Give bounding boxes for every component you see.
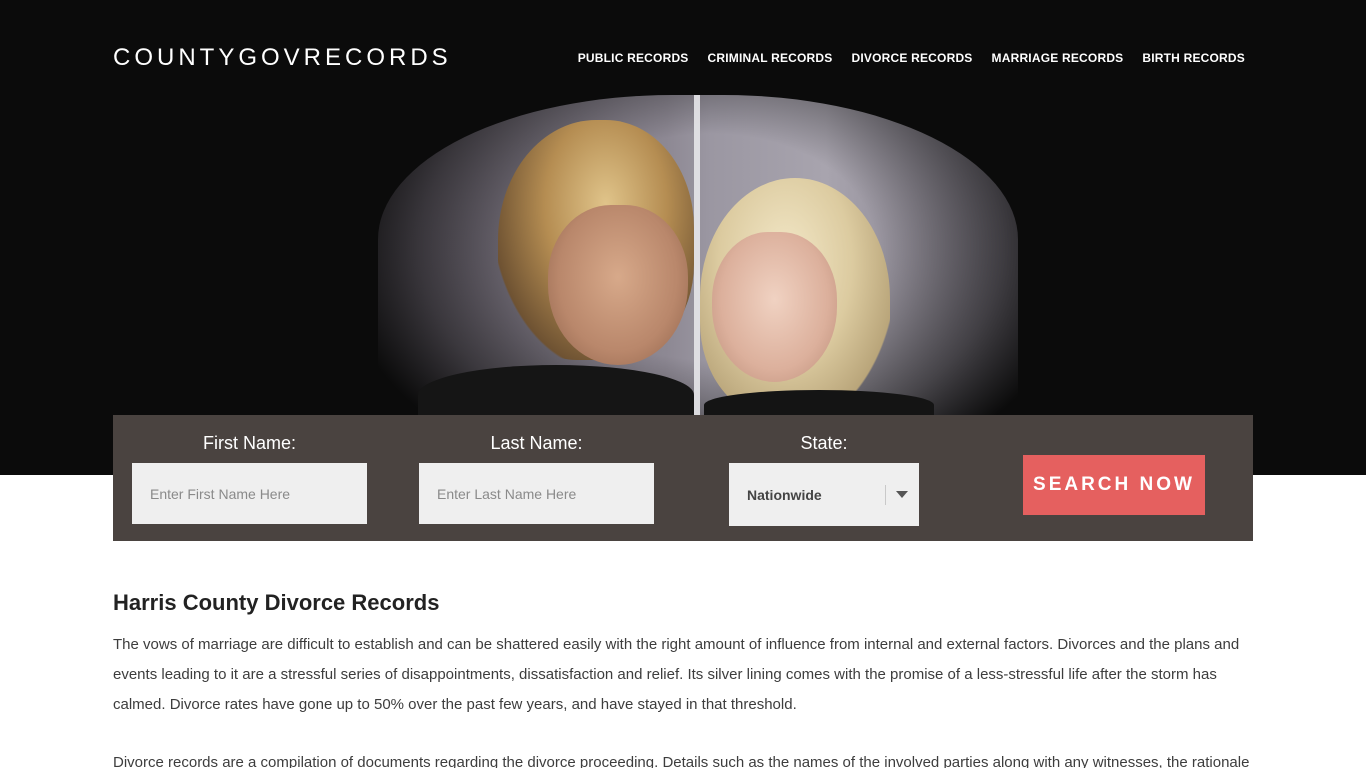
nav-marriage-records[interactable]: MARRIAGE RECORDS [992,51,1124,65]
content-paragraph: The vows of marriage are difficult to es… [113,636,1240,713]
site-logo[interactable]: COUNTYGOVRECORDS [113,44,452,72]
search-now-button[interactable]: SEARCH NOW [1023,455,1205,515]
search-panel: First Name: Last Name: State: Nationwide… [113,415,1253,541]
nav-divorce-records[interactable]: DIVORCE RECORDS [852,51,973,65]
nav-public-records[interactable]: PUBLIC RECORDS [578,51,689,65]
hero-photo-divider [694,95,700,415]
hero-photo-man-face [548,205,688,365]
state-select-value: Nationwide [747,486,822,503]
page-title: Harris County Divorce Records [113,590,440,615]
last-name-input[interactable] [419,463,654,524]
hero-photo-woman-face [712,232,837,382]
content-paragraph: Divorce records are a compilation of doc… [113,754,1250,768]
select-separator [885,484,886,505]
first-name-input[interactable] [132,463,367,524]
first-name-label: First Name: [202,433,296,453]
main-nav: PUBLIC RECORDS CRIMINAL RECORDS DIVORCE … [578,51,1245,65]
state-label: State: [800,433,848,453]
nav-birth-records[interactable]: BIRTH RECORDS [1142,51,1245,65]
last-name-label: Last Name: [490,433,583,453]
nav-criminal-records[interactable]: CRIMINAL RECORDS [708,51,833,65]
main-content: Harris County Divorce Records The vows o… [113,590,1253,768]
chevron-down-icon[interactable] [896,491,908,498]
state-select[interactable]: Nationwide [729,463,919,526]
